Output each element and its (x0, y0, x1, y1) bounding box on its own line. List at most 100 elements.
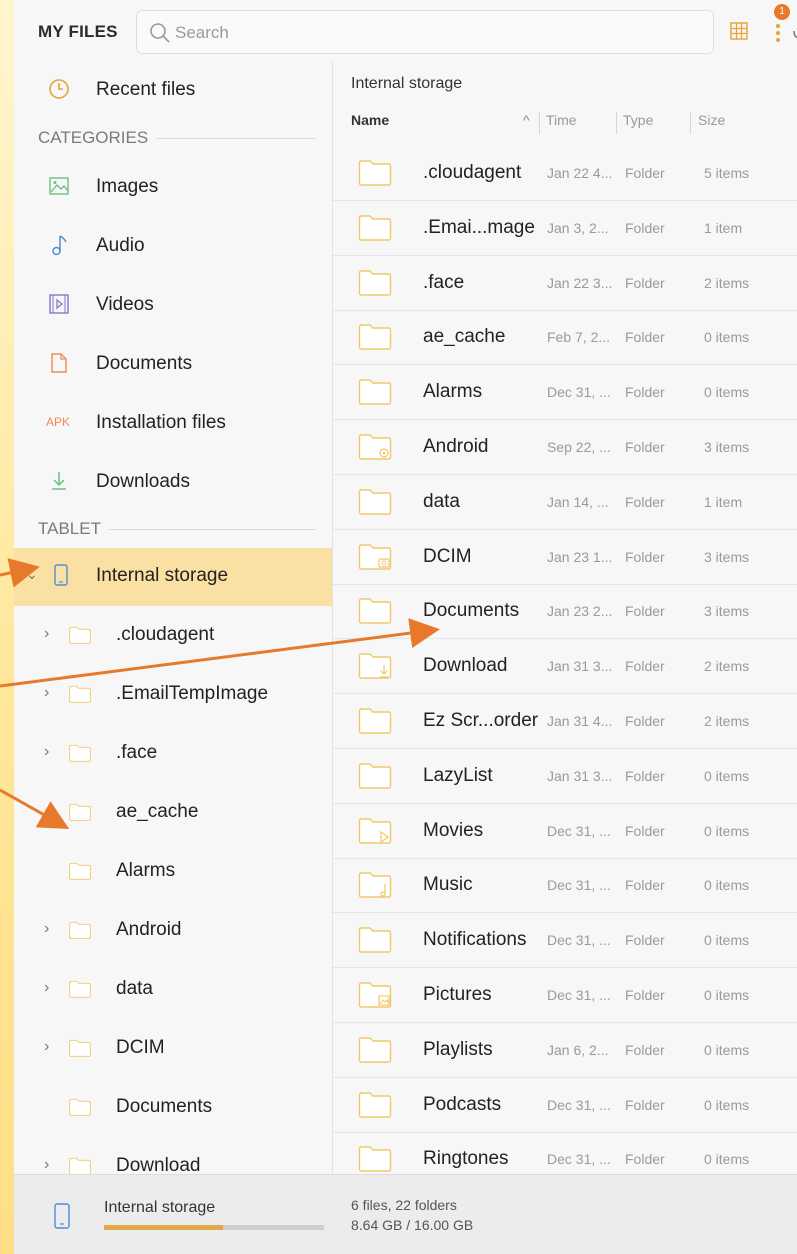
file-row[interactable]: Music Dec 31, ... Folder 0 items (333, 858, 797, 914)
sort-ascending-icon[interactable]: ^ (523, 112, 530, 136)
file-name: Movies (423, 819, 484, 841)
categories-header: CATEGORIES (38, 128, 316, 152)
sidebar-item-label: Videos (96, 294, 154, 315)
file-row[interactable]: data Jan 14, ... Folder 1 item (333, 475, 797, 530)
sidebar-item-images[interactable]: Images (14, 159, 332, 217)
file-name: Download (423, 655, 508, 677)
search-box[interactable] (136, 10, 797, 54)
chevron-right-icon[interactable]: › (44, 625, 56, 645)
folder-icon (358, 762, 392, 789)
folder-icon (68, 862, 92, 880)
sidebar-item-downloads[interactable]: Downloads (14, 454, 332, 512)
file-name: Ez Scr...order (423, 710, 539, 731)
file-row[interactable]: .cloudagent Jan 22 4... Folder 5 items (333, 146, 797, 201)
file-time: Jan 14, ... (547, 493, 609, 510)
search-input[interactable] (175, 19, 655, 47)
column-header-size[interactable]: Size (698, 112, 725, 136)
column-header-time[interactable]: Time (546, 112, 577, 136)
folder-icon (358, 1091, 392, 1118)
column-header-type[interactable]: Type (623, 112, 653, 136)
file-size: 0 items (704, 329, 750, 346)
tree-item[interactable]: › .cloudagent (14, 607, 332, 665)
file-time: Jan 23 1... (547, 548, 613, 565)
file-row[interactable]: Ringtones Dec 31, ... Folder 0 items (333, 1132, 797, 1174)
file-time: Jan 23 2... (547, 603, 613, 620)
file-row[interactable]: LazyList Jan 31 3... Folder 0 items (333, 749, 797, 804)
grid-view-icon[interactable] (730, 22, 748, 40)
file-row[interactable]: Alarms Dec 31, ... Folder 0 items (333, 365, 797, 421)
file-row[interactable]: Download Jan 31 3... Folder 2 items (333, 639, 797, 695)
chevron-down-icon[interactable]: ⌄ (26, 566, 38, 583)
file-row[interactable]: Playlists Jan 6, 2... Folder 0 items (333, 1023, 797, 1078)
file-row[interactable]: Movies Dec 31, ... Folder 0 items (333, 804, 797, 859)
search-icon (150, 23, 170, 43)
chevron-right-icon[interactable]: › (44, 920, 56, 940)
chevron-right-icon[interactable]: › (44, 1156, 56, 1174)
file-row[interactable]: ae_cache Feb 7, 2... Folder 0 items (333, 310, 797, 366)
chevron-right-icon[interactable]: › (44, 743, 56, 763)
file-time: Jan 22 4... (547, 165, 613, 181)
file-row[interactable]: .Emai...mage Jan 3, 2... Folder 1 item (333, 201, 797, 256)
file-time: Dec 31, ... (547, 877, 611, 894)
folder-music-icon (358, 871, 392, 899)
file-time: Jan 22 3... (547, 274, 613, 291)
tree-item-label: Android (116, 919, 182, 940)
file-type: Folder (625, 767, 665, 784)
folder-icon (358, 378, 392, 405)
chevron-right-icon[interactable]: › (44, 979, 56, 999)
tree-item[interactable]: › data (14, 961, 332, 1019)
tree-item[interactable]: › DCIM (14, 1020, 332, 1078)
storage-progress-fill (104, 1225, 223, 1230)
column-separator (539, 112, 540, 134)
tree-item[interactable]: › .EmailTempImage (14, 666, 332, 724)
sidebar-item-internal-storage[interactable]: ⌄ Internal storage (14, 548, 332, 606)
tree-item[interactable]: ae_cache (14, 784, 332, 842)
tree-item[interactable]: › .face (14, 725, 332, 783)
file-row[interactable]: .face Jan 22 3... Folder 2 items (333, 256, 797, 311)
file-row[interactable]: Documents Jan 23 2... Folder 3 items (333, 584, 797, 640)
folder-gear-icon (358, 433, 392, 460)
folder-camera-icon (358, 543, 392, 570)
file-type: Folder (625, 713, 665, 729)
sidebar-item-videos[interactable]: Videos (14, 277, 332, 335)
current-path: Internal storage (351, 75, 463, 92)
app-title: MY FILES (38, 22, 118, 41)
microphone-icon[interactable] (791, 21, 797, 45)
file-row[interactable]: Podcasts Dec 31, ... Folder 0 items (333, 1078, 797, 1133)
file-type: Folder (625, 1151, 665, 1168)
file-size: 3 items (704, 603, 750, 620)
file-size: 0 items (704, 877, 750, 894)
file-type: Folder (625, 548, 665, 565)
download-icon (52, 472, 66, 490)
tree-item[interactable]: Alarms (14, 843, 332, 901)
file-name: .cloudagent (423, 162, 522, 183)
column-separator (690, 112, 691, 134)
folder-icon (358, 707, 392, 734)
folder-icon (358, 488, 392, 515)
column-header-name[interactable]: Name (351, 112, 389, 136)
file-row[interactable]: DCIM Jan 23 1... Folder 3 items (333, 530, 797, 585)
folder-icon (68, 980, 92, 998)
file-size: 5 items (704, 165, 750, 181)
file-name: Music (423, 874, 473, 896)
sidebar-item-audio[interactable]: Audio (14, 218, 332, 276)
chevron-right-icon[interactable]: › (44, 684, 56, 704)
file-name: DCIM (423, 545, 472, 567)
tree-item-label: Documents (116, 1096, 213, 1117)
sidebar-item-documents[interactable]: Documents (14, 336, 332, 394)
tree-item[interactable]: › Android (14, 902, 332, 960)
file-name: Ringtones (423, 1148, 509, 1170)
file-type: Folder (625, 603, 665, 620)
chevron-right-icon[interactable]: › (44, 1038, 56, 1058)
file-row[interactable]: Android Sep 22, ... Folder 3 items (333, 420, 797, 475)
tree-item[interactable]: › Download (14, 1138, 332, 1174)
tree-item[interactable]: Documents (14, 1079, 332, 1137)
sidebar-item-installation-files[interactable]: APK Installation files (14, 395, 332, 453)
file-row[interactable]: Ez Scr...order Jan 31 4... Folder 2 items (333, 694, 797, 749)
file-name: LazyList (423, 764, 493, 786)
file-row[interactable]: Notifications Dec 31, ... Folder 0 items (333, 913, 797, 969)
storage-progress-bar (104, 1225, 324, 1230)
file-row[interactable]: Pictures Dec 31, ... Folder 0 items (333, 968, 797, 1023)
folder-icon (358, 1145, 392, 1173)
sidebar-item-recent-files[interactable]: Recent files (14, 62, 332, 120)
